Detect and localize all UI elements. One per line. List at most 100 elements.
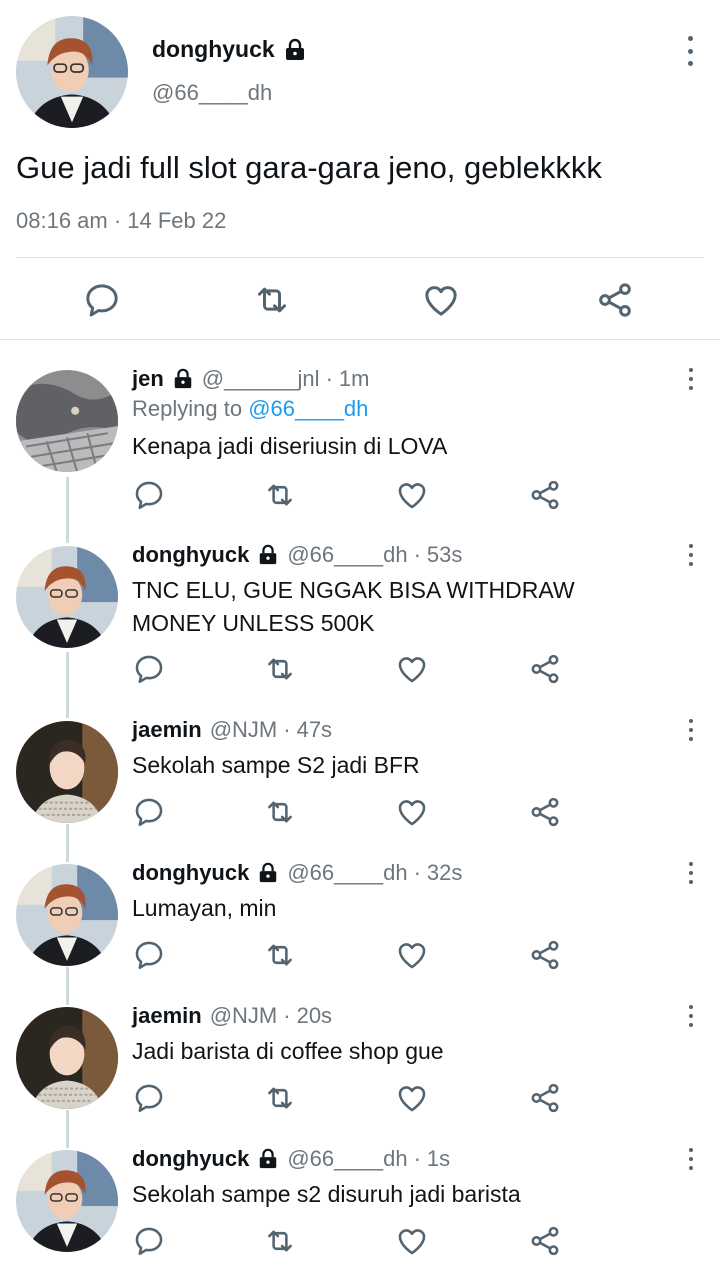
separator: · [413,860,421,885]
retweet-icon[interactable] [263,652,297,686]
reply-time[interactable]: 1s [427,1146,450,1172]
reply-header: donghyuck @66____dh · 32s [132,860,462,886]
reply-actions [0,652,720,692]
reply-text: Jadi barista di coffee shop gue [132,1038,444,1064]
reply-icon[interactable] [132,1081,166,1115]
reply-actions [0,938,720,978]
lock-icon [257,1148,279,1170]
like-icon[interactable] [395,478,429,512]
reply-text: TNC ELU, GUE NGGAK BISA WITHDRAW MONEY U… [132,574,575,640]
reply-time[interactable]: 1m [339,366,370,392]
reply-handle[interactable]: @NJM [210,717,278,743]
like-icon[interactable] [395,1081,429,1115]
share-icon[interactable] [528,478,562,512]
share-icon[interactable] [595,280,635,320]
retweet-icon[interactable] [263,478,297,512]
reply-display-name[interactable]: donghyuck [132,860,249,886]
reply-handle[interactable]: @NJM [210,1003,278,1029]
reply-time[interactable]: 32s [427,860,462,886]
avatar-donghyuck[interactable] [16,546,118,648]
more-icon[interactable] [686,719,696,741]
reply-text: Kenapa jadi diseriusin di LOVA [132,433,448,459]
reply-handle[interactable]: @______jnl [202,366,320,392]
more-icon[interactable] [686,1148,696,1170]
separator: · [413,1146,421,1171]
reply-tweet: donghyuck @66____dh · 53s TNC ELU, GUE N… [0,542,720,702]
share-icon[interactable] [528,795,562,829]
replying-to-mention[interactable]: @66____dh [248,396,368,421]
lock-icon [257,544,279,566]
separator: · [283,717,291,742]
share-icon[interactable] [528,652,562,686]
like-icon[interactable] [421,280,461,320]
reply-icon[interactable] [132,478,166,512]
retweet-icon[interactable] [263,795,297,829]
author-handle[interactable]: @66____dh [152,80,272,106]
lock-icon [172,368,194,390]
reply-icon[interactable] [82,280,122,320]
reply-handle[interactable]: @66____dh [287,860,407,886]
separator: · [413,542,421,567]
reply-text-line: TNC ELU, GUE NGGAK BISA WITHDRAW [132,577,575,603]
share-icon[interactable] [528,1081,562,1115]
avatar-jen[interactable] [16,370,118,472]
reply-icon[interactable] [132,938,166,972]
reply-display-name[interactable]: donghyuck [132,542,249,568]
reply-text: Lumayan, min [132,895,277,921]
reply-display-name[interactable]: jaemin [132,717,202,743]
share-icon[interactable] [528,938,562,972]
reply-handle[interactable]: @66____dh [287,1146,407,1172]
retweet-icon[interactable] [263,1081,297,1115]
main-tweet: donghyuck @66____dh Gue jadi full slot g… [0,0,720,340]
reply-icon[interactable] [132,795,166,829]
avatar-image [16,370,118,472]
reply-text-line: MONEY UNLESS 500K [132,610,375,636]
like-icon[interactable] [395,1224,429,1258]
reply-time[interactable]: 53s [427,542,462,568]
reply-tweet: jen @______jnl · 1m Replying to @66____d… [0,366,720,526]
lock-icon [257,862,279,884]
reply-text: Sekolah sampe S2 jadi BFR [132,752,420,778]
reply-display-name[interactable]: jen [132,366,164,392]
reply-display-name[interactable]: jaemin [132,1003,202,1029]
replying-to: Replying to @66____dh [132,396,368,422]
more-icon[interactable] [686,544,696,566]
retweet-icon[interactable] [263,938,297,972]
reply-time[interactable]: 47s [297,717,332,743]
reply-tweet: donghyuck @66____dh · 32s Lumayan, min [0,860,720,990]
like-icon[interactable] [395,652,429,686]
reply-icon[interactable] [132,652,166,686]
reply-actions [0,478,720,518]
lock-icon [283,38,307,62]
reply-actions [0,1081,720,1121]
replying-to-label: Replying to [132,396,249,421]
reply-tweet: jaemin @NJM · 47s Sekolah sampe S2 jadi … [0,717,720,847]
reply-time[interactable]: 20s [297,1003,332,1029]
like-icon[interactable] [395,795,429,829]
reply-text: Sekolah sampe s2 disuruh jadi barista [132,1181,521,1207]
avatar-image [16,546,118,648]
tweet-timestamp[interactable]: 08:16 am · 14 Feb 22 [16,208,226,234]
more-icon[interactable] [686,368,696,390]
reply-handle[interactable]: @66____dh [287,542,407,568]
author-display-name[interactable]: donghyuck [152,36,275,63]
reply-display-name[interactable]: donghyuck [132,1146,249,1172]
author-name-row: donghyuck [152,36,307,63]
tweet-text: Gue jadi full slot gara-gara jeno, geble… [16,150,602,185]
avatar-donghyuck[interactable] [16,16,128,128]
reply-icon[interactable] [132,1224,166,1258]
more-icon[interactable] [684,36,696,66]
retweet-icon[interactable] [263,1224,297,1258]
more-icon[interactable] [686,862,696,884]
reply-actions [0,795,720,835]
share-icon[interactable] [528,1224,562,1258]
more-icon[interactable] [686,1005,696,1027]
like-icon[interactable] [395,938,429,972]
retweet-icon[interactable] [252,280,292,320]
reply-actions [0,1224,720,1264]
reply-tweet: jaemin @NJM · 20s Jadi barista di coffee… [0,1003,720,1133]
reply-header: jen @______jnl · 1m [132,366,369,392]
reply-tweet: donghyuck @66____dh · 1s Sekolah sampe s… [0,1146,720,1273]
avatar-image [16,16,128,128]
divider [16,257,704,258]
